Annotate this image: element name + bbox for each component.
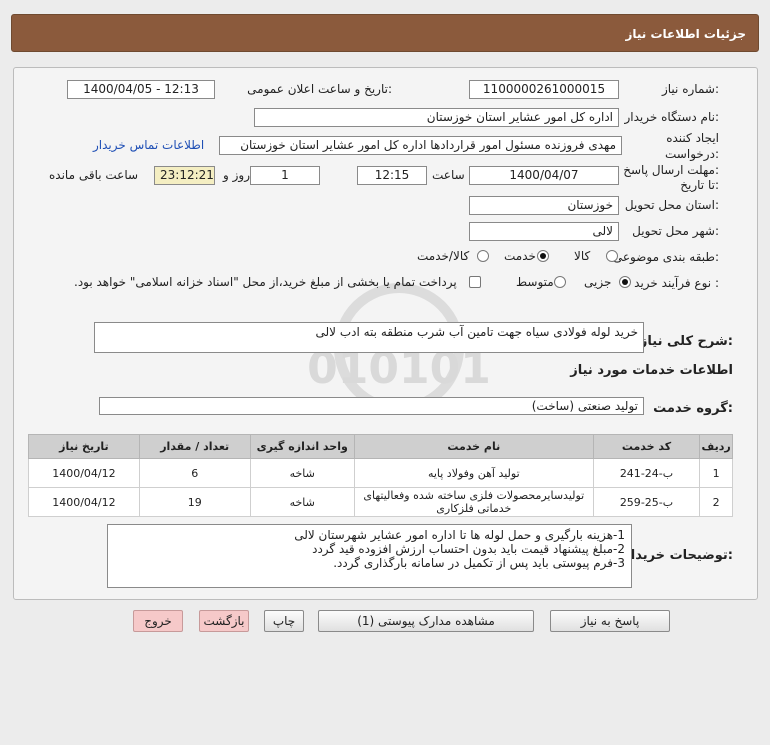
announce-field: 1400/04/05 - 12:13 bbox=[67, 80, 215, 99]
category-option-goods: کالا bbox=[574, 249, 591, 263]
page-header: جزئیات اطلاعات نیاز bbox=[11, 14, 759, 52]
need-number-field: 1100000261000015 bbox=[469, 80, 619, 99]
process-radio-minor[interactable] bbox=[619, 276, 631, 288]
cell-unit: شاخه bbox=[249, 458, 355, 488]
col-header-service-code: کد خدمت bbox=[592, 434, 701, 459]
process-label: نوع فرآیند خرید : bbox=[634, 276, 719, 290]
cell-service-name: تولید آهن وفولاد پایه bbox=[353, 458, 594, 488]
service-group-field: تولید صنعتی (ساخت) bbox=[99, 397, 644, 415]
remaining-label: ساعت باقی مانده bbox=[49, 168, 139, 182]
category-radio-service[interactable] bbox=[537, 250, 549, 262]
view-attachments-button[interactable]: مشاهده مدارک پیوستی (1) bbox=[318, 610, 534, 632]
category-radio-goods[interactable] bbox=[606, 250, 618, 262]
creator-field: مهدی فروزنده مسئول امور قراردادها اداره … bbox=[219, 136, 622, 155]
category-option-service: خدمت bbox=[504, 249, 536, 263]
deadline-time-field: 12:15 bbox=[357, 166, 427, 185]
summary-field: خرید لوله فولادی سیاه جهت تامین آب شرب م… bbox=[94, 322, 644, 353]
days-remaining-field: 1 bbox=[250, 166, 320, 185]
cell-quantity: 6 bbox=[138, 458, 251, 488]
table-header-row: ردیف کد خدمت نام خدمت واحد اندازه گیری ت… bbox=[28, 434, 733, 459]
contact-info-link[interactable]: اطلاعات تماس خریدار bbox=[93, 138, 204, 152]
city-label: شهر محل تحویل: bbox=[632, 224, 719, 238]
remaining-time-field: 23:12:21 bbox=[154, 166, 215, 185]
services-table: ردیف کد خدمت نام خدمت واحد اندازه گیری ت… bbox=[28, 434, 733, 517]
buyer-notes-field: 1-هزینه بارگیری و حمل لوله ها تا اداره ا… bbox=[107, 524, 632, 588]
category-label: طبقه بندی موضوعی: bbox=[612, 250, 719, 264]
cell-need-date: 1400/04/12 bbox=[28, 458, 140, 488]
notes-label: توضیحات خریدار: bbox=[623, 548, 733, 563]
cell-row-num: 2 bbox=[699, 487, 733, 517]
cell-service-code: ب-25-259 bbox=[592, 487, 701, 517]
province-field: خوزستان bbox=[469, 196, 619, 215]
process-option-medium: متوسط bbox=[516, 275, 554, 289]
col-header-unit: واحد اندازه گیری bbox=[249, 434, 355, 459]
creator-label-2: درخواست: bbox=[665, 147, 719, 161]
details-panel: 010101 ParsNamadData شماره نیاز: 1100000… bbox=[13, 67, 758, 600]
col-header-need-date: تاریخ نیاز bbox=[28, 434, 140, 459]
exit-button[interactable]: خروج bbox=[133, 610, 183, 632]
days-label: روز و bbox=[223, 168, 250, 182]
buyer-org-label: نام دستگاه خریدار: bbox=[624, 110, 720, 124]
province-label: استان محل تحویل: bbox=[624, 198, 719, 212]
treasury-payment-text: پرداخت تمام یا بخشی از مبلغ خرید،از محل … bbox=[74, 275, 457, 289]
reply-button[interactable]: پاسخ به نیاز bbox=[550, 610, 670, 632]
deadline-label-2: تا تاریخ: bbox=[680, 178, 719, 192]
back-button[interactable]: بازگشت bbox=[199, 610, 249, 632]
table-row: 1 ب-24-241 تولید آهن وفولاد پایه شاخه 6 … bbox=[28, 458, 733, 488]
col-header-quantity: تعداد / مقدار bbox=[138, 434, 251, 459]
table-row: 2 ب-25-259 تولیدسایرمحصولات فلزی ساخته ش… bbox=[28, 487, 733, 517]
service-group-label: گروه خدمت: bbox=[653, 401, 733, 416]
category-radio-goods-service[interactable] bbox=[477, 250, 489, 262]
deadline-label: مهلت ارسال پاسخ: bbox=[623, 163, 719, 177]
deadline-date-field: 1400/04/07 bbox=[469, 166, 619, 185]
col-header-service-name: نام خدمت bbox=[353, 434, 594, 459]
cell-row-num: 1 bbox=[699, 458, 733, 488]
services-section-title: اطلاعات خدمات مورد نیاز bbox=[570, 363, 733, 378]
deadline-time-label: ساعت bbox=[432, 168, 465, 182]
announce-label: تاریخ و ساعت اعلان عمومی: bbox=[247, 82, 392, 96]
need-number-label: شماره نیاز: bbox=[661, 82, 719, 96]
cell-unit: شاخه bbox=[249, 487, 355, 517]
process-option-minor: جزیی bbox=[584, 275, 612, 289]
treasury-payment-checkbox[interactable] bbox=[469, 276, 481, 288]
cell-quantity: 19 bbox=[138, 487, 251, 517]
page-title: جزئیات اطلاعات نیاز bbox=[625, 27, 746, 41]
cell-need-date: 1400/04/12 bbox=[28, 487, 140, 517]
print-button[interactable]: چاپ bbox=[264, 610, 304, 632]
category-option-goods-service: کالا/خدمت bbox=[417, 249, 470, 263]
cell-service-name: تولیدسایرمحصولات فلزی ساخته شده وفعالیته… bbox=[353, 487, 594, 517]
creator-label: ایجاد کننده bbox=[666, 131, 719, 145]
cell-service-code: ب-24-241 bbox=[592, 458, 701, 488]
summary-label: شرح کلی نیاز: bbox=[639, 334, 733, 349]
process-radio-medium[interactable] bbox=[554, 276, 566, 288]
buyer-org-field: اداره کل امور عشایر استان خوزستان bbox=[254, 108, 619, 127]
col-header-row-num: ردیف bbox=[699, 434, 733, 459]
city-field: لالی bbox=[469, 222, 619, 241]
